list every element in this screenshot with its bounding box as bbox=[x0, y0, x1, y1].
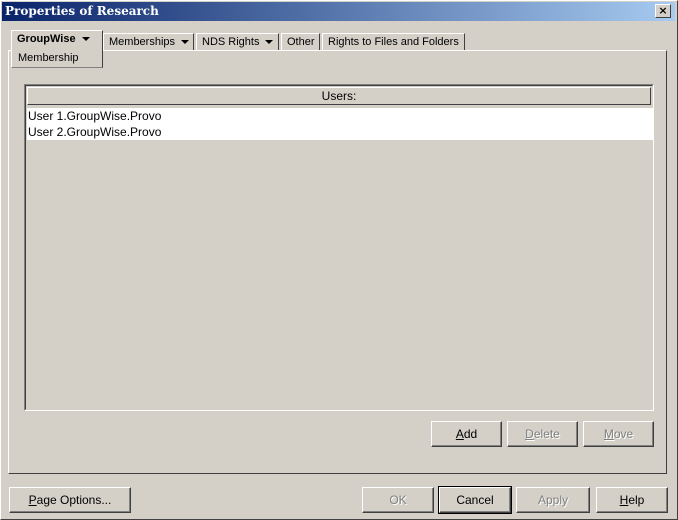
tab-nds-rights-label: NDS Rights bbox=[202, 36, 260, 48]
tab-other[interactable]: Other bbox=[281, 33, 320, 50]
add-button-accel: A bbox=[455, 427, 464, 441]
delete-button-accel: D bbox=[525, 427, 534, 441]
window-title: Properties of Research bbox=[5, 4, 159, 18]
help-button[interactable]: Help bbox=[596, 487, 668, 513]
list-item[interactable]: User 2.GroupWise.Provo bbox=[27, 124, 653, 140]
delete-button[interactable]: Delete bbox=[507, 421, 578, 447]
tab-memberships[interactable]: Memberships bbox=[103, 33, 194, 50]
chevron-down-icon[interactable] bbox=[181, 40, 190, 45]
chevron-down-icon[interactable] bbox=[265, 40, 274, 45]
tab-groupwise-label: GroupWise bbox=[17, 33, 76, 45]
tab-rights-label: Rights to Files and Folders bbox=[328, 36, 459, 48]
move-button[interactable]: Move bbox=[583, 421, 654, 447]
add-button-label: dd bbox=[463, 427, 478, 441]
chevron-down-icon[interactable] bbox=[81, 37, 90, 42]
delete-button-label: elete bbox=[533, 427, 560, 441]
list-item[interactable]: User 1.GroupWise.Provo bbox=[27, 108, 653, 124]
tab-groupwise[interactable]: GroupWise Membership bbox=[11, 30, 103, 68]
title-bar[interactable]: Properties of Research × bbox=[2, 2, 675, 21]
tab-other-label: Other bbox=[287, 36, 315, 48]
tab-nds-rights[interactable]: NDS Rights bbox=[196, 33, 279, 50]
cancel-button[interactable]: Cancel bbox=[438, 486, 512, 514]
apply-button[interactable]: Apply bbox=[516, 487, 590, 513]
help-button-label: elp bbox=[628, 493, 645, 507]
move-button-accel: M bbox=[603, 427, 614, 441]
add-button[interactable]: Add bbox=[431, 421, 502, 447]
tab-memberships-label: Memberships bbox=[109, 36, 176, 48]
ok-button[interactable]: OK bbox=[362, 487, 434, 513]
page-options-accel: P bbox=[28, 493, 37, 507]
page-options-label: age Options... bbox=[36, 493, 112, 507]
tab-rights-to-files-and-folders[interactable]: Rights to Files and Folders bbox=[322, 33, 465, 50]
move-button-label: ove bbox=[613, 427, 634, 441]
page-options-button[interactable]: Page Options... bbox=[9, 487, 131, 513]
users-column-header[interactable]: Users: bbox=[27, 87, 651, 105]
close-button[interactable]: × bbox=[655, 4, 671, 18]
tab-groupwise-membership-label: Membership bbox=[18, 52, 79, 64]
users-listbox-frame: Users: User 1.GroupWise.Provo User 2.Gro… bbox=[25, 85, 653, 410]
users-listbox[interactable]: Users: User 1.GroupWise.Provo User 2.Gro… bbox=[24, 84, 654, 411]
